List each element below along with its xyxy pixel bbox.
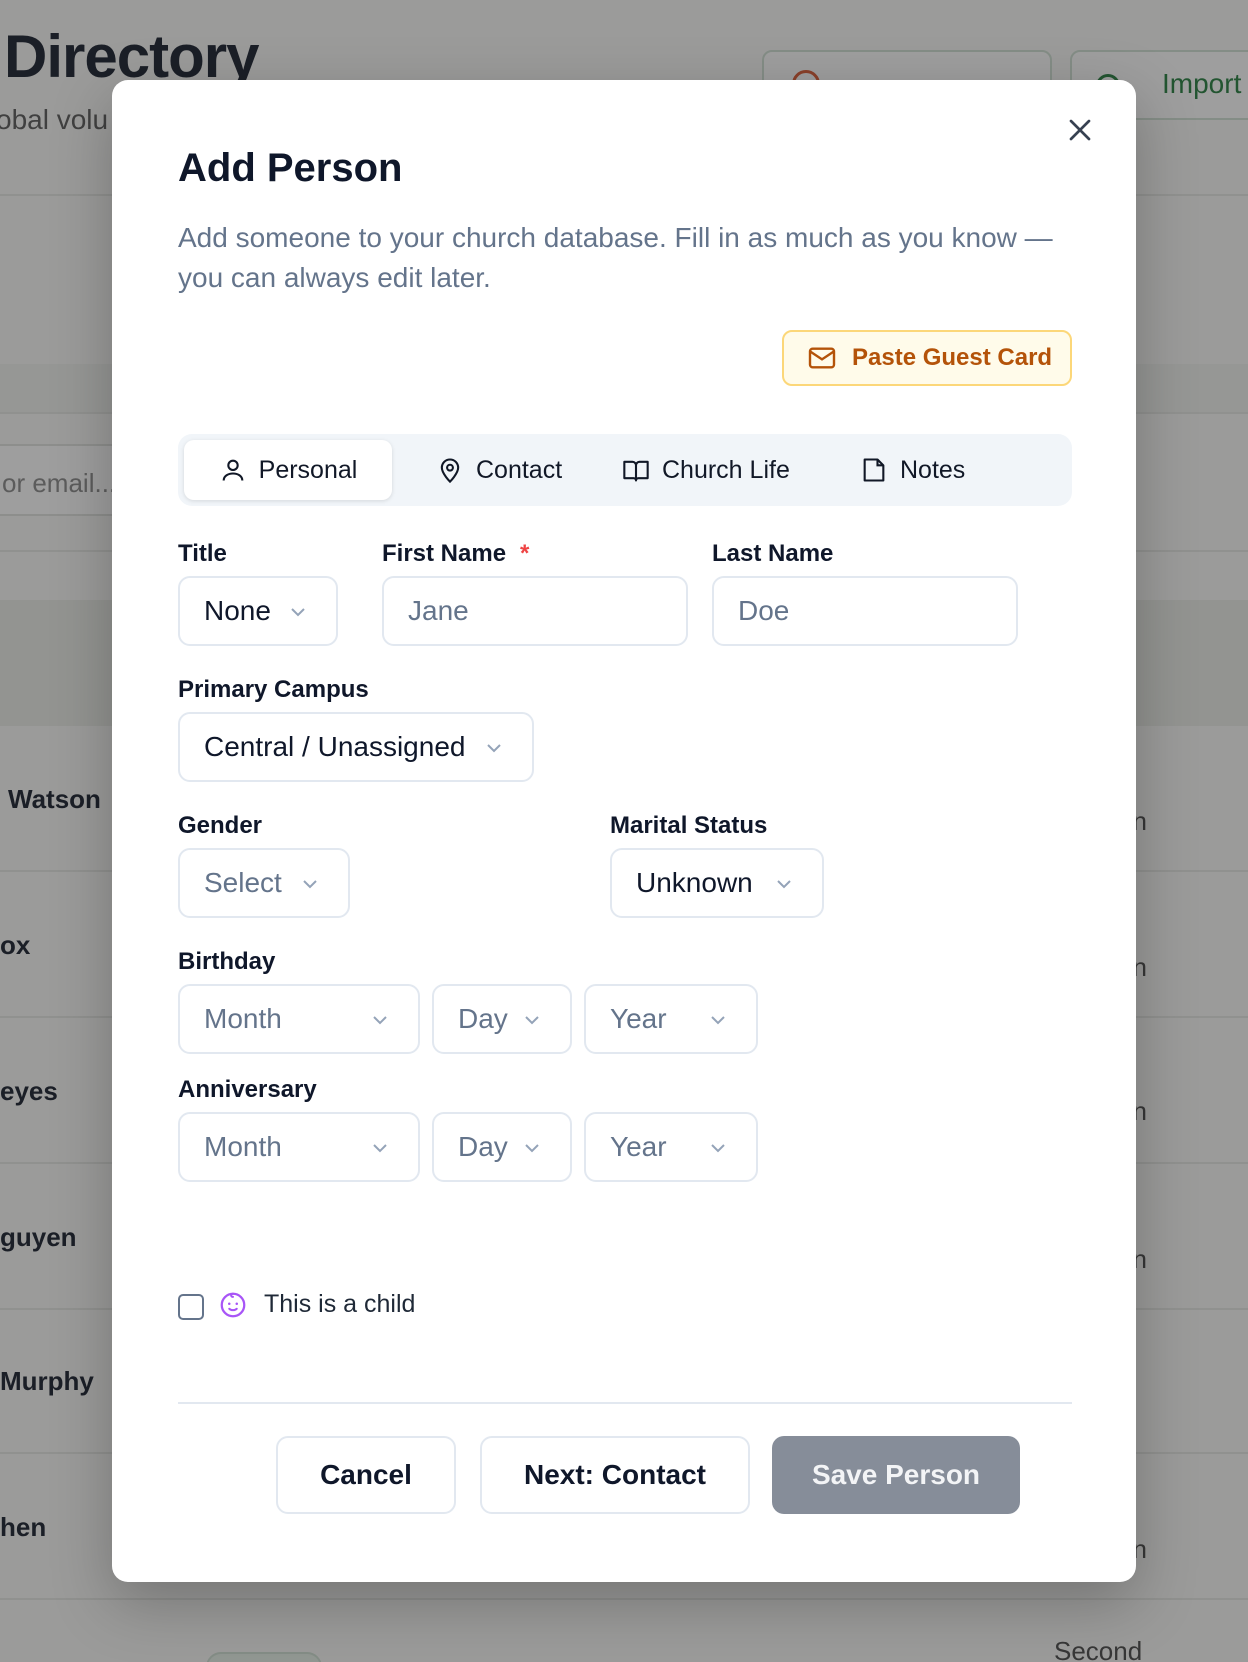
paste-guest-card-label: Paste Guest Card <box>852 344 1053 371</box>
cancel-button[interactable]: Cancel <box>276 1436 456 1514</box>
first-name-text[interactable] <box>408 595 686 627</box>
tab-personal[interactable]: Personal <box>184 440 392 500</box>
marital-status-label: Marital Status <box>610 812 768 839</box>
chevron-down-icon <box>291 608 305 617</box>
child-checkbox-label[interactable]: This is a child <box>264 1290 415 1319</box>
save-person-button[interactable]: Save Person <box>772 1436 1020 1514</box>
birthday-month-select[interactable]: Month <box>178 984 420 1054</box>
birthday-year-select[interactable]: Year <box>584 984 758 1054</box>
last-name-text[interactable] <box>738 595 1016 627</box>
birthday-label: Birthday <box>178 948 276 975</box>
tab-bar: Personal Contact Church Life Notes <box>178 434 1072 506</box>
last-name-label: Last Name <box>712 540 834 567</box>
map-pin-icon <box>440 458 460 484</box>
child-checkbox[interactable] <box>178 1294 204 1320</box>
chevron-down-icon <box>525 1144 539 1153</box>
footer-divider <box>178 1402 1072 1404</box>
required-marker: * <box>520 540 530 567</box>
add-person-dialog: Add Person Add someone to your church da… <box>112 80 1136 1582</box>
dialog-description: Add someone to your church database. Fil… <box>178 222 1053 293</box>
anniversary-label: Anniversary <box>178 1076 317 1103</box>
tab-church-life[interactable]: Church Life <box>622 440 790 500</box>
book-open-icon <box>623 460 649 482</box>
birthday-day-select[interactable]: Day <box>432 984 572 1054</box>
first-name-label: First Name * <box>382 540 530 567</box>
chevron-down-icon <box>373 1016 387 1025</box>
anniversary-month-select[interactable]: Month <box>178 1112 420 1182</box>
marital-status-select[interactable]: Unknown <box>610 848 824 918</box>
last-name-input[interactable] <box>712 576 1018 646</box>
gender-select[interactable]: Select <box>178 848 350 918</box>
anniversary-year-select[interactable]: Year <box>584 1112 758 1182</box>
close-icon <box>1069 119 1091 141</box>
note-icon <box>863 458 885 482</box>
chevron-down-icon <box>525 1016 539 1025</box>
next-contact-button[interactable]: Next: Contact <box>480 1436 750 1514</box>
primary-campus-label: Primary Campus <box>178 676 369 703</box>
chevron-down-icon <box>711 1144 725 1153</box>
close-button[interactable] <box>1062 112 1098 148</box>
baby-icon <box>220 1292 246 1318</box>
title-select[interactable]: None <box>178 576 338 646</box>
tab-notes[interactable]: Notes <box>860 440 965 500</box>
title-label: Title <box>178 540 227 567</box>
user-icon <box>222 459 244 481</box>
mail-icon <box>808 347 836 369</box>
paste-guest-card-button[interactable]: Paste Guest Card <box>782 330 1072 386</box>
anniversary-day-select[interactable]: Day <box>432 1112 572 1182</box>
tab-contact[interactable]: Contact <box>436 440 562 500</box>
primary-campus-select[interactable]: Central / Unassigned <box>178 712 534 782</box>
chevron-down-icon <box>373 1144 387 1153</box>
chevron-down-icon <box>711 1016 725 1025</box>
dialog-title: Add Person <box>178 146 403 190</box>
chevron-down-icon <box>303 880 317 889</box>
chevron-down-icon <box>487 744 501 753</box>
first-name-input[interactable] <box>382 576 688 646</box>
gender-label: Gender <box>178 812 263 839</box>
chevron-down-icon <box>777 880 791 889</box>
